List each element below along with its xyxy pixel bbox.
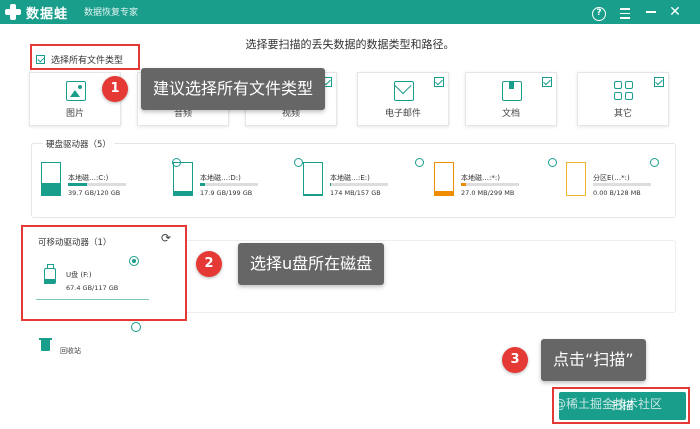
drive-e[interactable]: 本地磁…:E:) 174 MB/157 GB <box>303 158 424 202</box>
drive-radio[interactable] <box>548 158 557 167</box>
recycle-radio[interactable] <box>131 322 141 332</box>
highlight-box-select-all <box>30 44 140 70</box>
drive-icon <box>303 162 323 196</box>
callout-tip-1: 建议选择所有文件类型 <box>141 68 326 110</box>
checkbox-icon[interactable] <box>542 77 552 87</box>
trash-icon <box>39 338 52 351</box>
drive-size: 17.9 GB/199 GB <box>200 189 253 197</box>
filetype-label: 其它 <box>613 109 632 119</box>
drive-icon <box>173 162 193 196</box>
drive-name: 分区E(…*:) <box>593 174 630 182</box>
drive-icon <box>41 162 61 196</box>
menu-icon <box>620 8 630 10</box>
drive-name: 本地磁…:C:) <box>68 174 109 182</box>
help-icon: ? <box>592 7 606 21</box>
drive-c[interactable]: 本地磁…:C:) 39.7 GB/120 GB <box>41 158 181 202</box>
title-bar: 数据蛙 数据恢复专家 ? ✕ <box>0 0 700 24</box>
close-button[interactable]: ✕ <box>666 2 684 22</box>
filetype-card-document[interactable]: 文档 <box>465 72 557 126</box>
app-name: 数据蛙 <box>26 6 69 22</box>
drive-d[interactable]: 本地磁…:D:) 17.9 GB/199 GB <box>173 158 303 202</box>
drive-size: 0.00 B/128 MB <box>593 189 641 197</box>
drive-name: 本地磁…:*:) <box>461 174 500 182</box>
callout-tip-3: 点击“扫描” <box>541 339 646 381</box>
usage-bar <box>68 183 126 186</box>
drive-name: 本地磁…:E:) <box>330 174 370 182</box>
highlight-box-usb <box>21 225 187 321</box>
filetype-label: 图片 <box>65 109 84 119</box>
image-icon <box>66 81 86 101</box>
callout-badge-3: 3 <box>502 347 528 373</box>
filetype-card-email[interactable]: 电子邮件 <box>357 72 449 126</box>
drive-radio[interactable] <box>650 158 659 167</box>
usage-bar <box>200 183 258 186</box>
usage-bar <box>330 183 388 186</box>
callout-badge-1: 1 <box>102 76 128 102</box>
drive-size: 174 MB/157 GB <box>330 189 381 197</box>
document-icon <box>502 81 522 101</box>
drive-radio[interactable] <box>415 158 424 167</box>
data-recovery-app: 数据蛙 数据恢复专家 ? ✕ 选择要扫描的丢失数据的数据类型和路径。 选择所有文… <box>0 0 700 429</box>
drive-size: 27.0 MB/299 MB <box>461 189 515 197</box>
drive-icon <box>434 162 454 196</box>
usage-bar <box>593 183 651 186</box>
menu-button[interactable] <box>616 2 634 22</box>
callout-badge-2: 2 <box>196 251 222 277</box>
minimize-icon <box>646 11 656 13</box>
filetype-card-other[interactable]: 其它 <box>577 72 669 126</box>
usage-bar <box>461 183 519 186</box>
plus-logo-icon <box>4 3 22 21</box>
recycle-bin-label[interactable]: 回收站 <box>60 346 81 356</box>
hard-drives-title: 硬盘驱动器（5） <box>43 138 114 150</box>
other-icon <box>614 81 634 101</box>
drive-name: 本地磁…:D:) <box>200 174 241 182</box>
checkbox-icon[interactable] <box>654 77 664 87</box>
filetype-label: 文档 <box>501 109 520 119</box>
callout-tip-2: 选择u盘所在磁盘 <box>238 243 385 285</box>
drive-partition[interactable]: 分区E(…*:) 0.00 B/128 MB <box>566 158 676 202</box>
drive-star[interactable]: 本地磁…:*:) 27.0 MB/299 MB <box>434 158 557 202</box>
watermark: @稀土掘金技术社区 <box>554 397 663 411</box>
checkbox-icon[interactable] <box>434 77 444 87</box>
drive-icon <box>566 162 586 196</box>
drive-radio[interactable] <box>294 158 303 167</box>
app-subtitle: 数据恢复专家 <box>84 8 139 18</box>
app-logo: 数据蛙 <box>4 2 68 22</box>
minimize-button[interactable] <box>642 2 660 22</box>
help-button[interactable]: ? <box>590 2 608 22</box>
drive-size: 39.7 GB/120 GB <box>68 189 121 197</box>
mail-icon <box>394 81 414 101</box>
filetype-label: 电子邮件 <box>384 109 421 119</box>
